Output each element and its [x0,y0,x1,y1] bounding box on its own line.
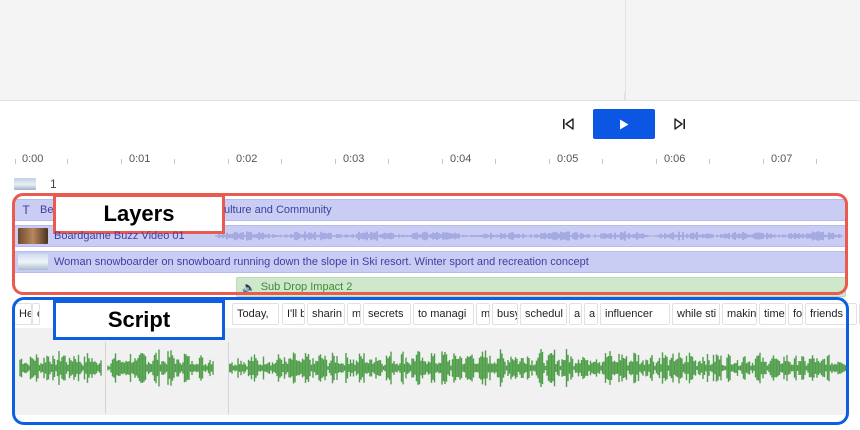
playback-controls [0,101,860,147]
skip-forward-icon [674,118,685,130]
ruler-tick-mark [709,159,710,164]
text-layer-label-end: ulture and Community [224,204,332,216]
ruler-tick-label: 0:07 [771,153,793,165]
ruler-tick-label: 0:01 [129,153,151,165]
properties-panel [625,0,860,100]
video-audio-waveform [215,231,844,241]
video-editor: 0:00 0:01 0:02 0:03 0:04 0:05 0:06 0:07 1 T Be … [0,0,860,430]
ruler-tick-mark [67,159,68,164]
ruler-tick-mark [388,159,389,164]
ruler-tick-label: 0:00 [22,153,44,165]
ruler-tick-mark [602,159,603,164]
mini-waveform-path [215,231,844,241]
ruler-tick-mark [174,159,175,164]
skip-back-icon [563,118,574,130]
play-button[interactable] [593,109,655,139]
ruler-tick-mark [656,159,657,164]
preview-canvas [0,0,625,92]
scene-thumbnail [14,178,36,190]
ruler-tick-mark [335,159,336,164]
ruler-tick-mark [816,159,817,164]
ruler-tick-mark [121,159,122,164]
ruler-tick-mark [763,159,764,164]
ruler-tick-mark [228,159,229,164]
ruler-tick-mark [549,159,550,164]
video-layer-label: Boardgame Buzz Video 01 [54,230,185,242]
image-layer-label: Woman snowboarder on snowboard running d… [54,256,589,268]
ruler-tick-label: 0:02 [236,153,258,165]
skip-back-button[interactable] [554,109,582,139]
text-layer-label-start: Be [40,204,54,216]
ruler-tick-label: 0:03 [343,153,365,165]
workspace-row[interactable]: 1 [14,176,57,192]
ruler-tick-label: 0:04 [450,153,472,165]
preview-canvas-bottom [0,92,625,100]
ruler-tick-label: 0:06 [664,153,686,165]
ruler-tick-label: 0:05 [557,153,579,165]
timeline-ruler[interactable]: 0:00 0:01 0:02 0:03 0:04 0:05 0:06 0:07 [0,150,860,170]
script-annotation-label: Script [53,300,225,340]
skip-forward-button[interactable] [666,109,694,139]
ruler-tick-mark [281,159,282,164]
layers-annotation-label: Layers [53,194,225,234]
ruler-tick-mark [442,159,443,164]
play-icon [620,119,629,129]
ruler-tick-mark [495,159,496,164]
ruler-tick-mark [15,159,16,164]
scene-index: 1 [50,177,57,191]
